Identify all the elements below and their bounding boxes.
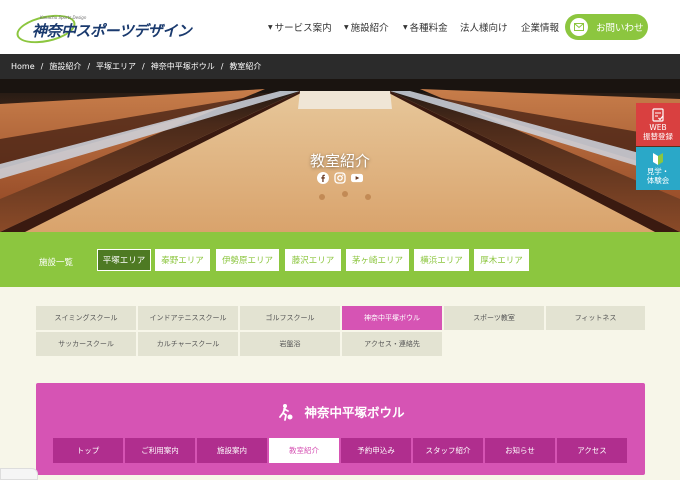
hero-banner: 教室紹介 — [0, 79, 680, 232]
facility-nav-classes[interactable]: 教室紹介 — [269, 438, 339, 463]
service-access[interactable]: アクセス・連絡先 — [342, 332, 442, 356]
facility-list-heading: 施設一覧 — [39, 258, 74, 268]
facility-nav-reservation[interactable]: 予約申込み — [341, 438, 411, 463]
breadcrumb-bowl[interactable]: 神奈中平塚ボウル — [151, 61, 215, 72]
service-bedrock-bath[interactable]: 岩盤浴 — [240, 332, 340, 356]
visit-trial-label: 見学・ 体験会 — [646, 167, 670, 185]
social-links — [317, 172, 363, 184]
bowler-icon — [276, 403, 294, 421]
breadcrumb-separator: / — [220, 62, 224, 71]
checklist-icon — [651, 107, 665, 125]
breadcrumb-current: 教室紹介 — [229, 62, 262, 71]
youtube-icon[interactable] — [351, 172, 363, 184]
service-swimming[interactable]: スイミングスクール — [36, 306, 136, 330]
site-header: Kanachu Sports Design 神奈中スポーツデザイン ▼ サービス案… — [0, 0, 680, 54]
facility-nav-news[interactable]: お知らせ — [485, 438, 555, 463]
breadcrumb-separator: / — [87, 62, 91, 71]
caret-down-icon: ▼ — [268, 23, 273, 31]
nav-facility[interactable]: ▼ 施設紹介 — [344, 20, 389, 34]
beginner-mark-icon — [652, 152, 664, 169]
mail-icon — [570, 18, 588, 36]
area-tab-hadano[interactable]: 秦野エリア — [155, 249, 210, 271]
instagram-icon[interactable] — [334, 172, 346, 184]
logo-text: 神奈中スポーツデザイン — [32, 22, 192, 40]
facility-nav-top[interactable]: トップ — [53, 438, 123, 463]
web-transfer-register-tab[interactable]: WEB 振替登録 — [636, 103, 680, 146]
contact-button[interactable]: お問いわせ — [565, 14, 648, 40]
area-tab-fujisawa[interactable]: 藤沢エリア — [285, 249, 341, 271]
nav-company[interactable]: 企業情報 — [521, 20, 559, 34]
area-tab-chigasaki[interactable]: 茅ヶ崎エリア — [346, 249, 409, 271]
breadcrumb: Home / 施設紹介 / 平塚エリア / 神奈中平塚ボウル / 教室紹介 — [0, 54, 680, 79]
service-sports-class[interactable]: スポーツ教室 — [444, 306, 544, 330]
area-tab-atsugi[interactable]: 厚木エリア — [474, 249, 529, 271]
breadcrumb-facility[interactable]: 施設紹介 — [49, 61, 81, 72]
facebook-icon[interactable] — [317, 172, 329, 184]
visit-trial-tab[interactable]: 見学・ 体験会 — [636, 147, 680, 190]
service-bowling[interactable]: 神奈中平塚ボウル — [342, 306, 442, 330]
breadcrumb-separator: / — [142, 62, 145, 71]
service-indoor-tennis[interactable]: インドアテニススクール — [138, 306, 238, 330]
facility-nav-staff[interactable]: スタッフ紹介 — [413, 438, 483, 463]
site-logo[interactable]: Kanachu Sports Design 神奈中スポーツデザイン — [13, 10, 192, 48]
breadcrumb-separator: / — [40, 62, 44, 71]
service-fitness[interactable]: フィットネス — [546, 306, 645, 330]
facility-nav-facility[interactable]: 施設案内 — [197, 438, 267, 463]
service-culture[interactable]: カルチャースクール — [138, 332, 238, 356]
page-title: 教室紹介 — [309, 152, 370, 170]
service-golf[interactable]: ゴルフスクール — [240, 306, 340, 330]
facility-panel: 神奈中平塚ボウル トップ ご利用案内 施設案内 教室紹介 予約申込み スタッフ紹… — [36, 383, 645, 475]
recaptcha-badge[interactable] — [0, 468, 38, 480]
nav-corporate[interactable]: 法人様向け — [460, 20, 508, 34]
caret-down-icon: ▼ — [403, 23, 408, 31]
nav-service[interactable]: ▼ サービス案内 — [268, 20, 332, 34]
caret-down-icon: ▼ — [344, 23, 349, 31]
area-tab-isehara[interactable]: 伊勢原エリア — [216, 249, 279, 271]
facility-title: 神奈中平塚ボウル — [36, 402, 645, 421]
area-tab-yokohama[interactable]: 横浜エリア — [414, 249, 469, 271]
web-transfer-register-label: WEB 振替登録 — [643, 123, 673, 141]
area-tab-hiratsuka[interactable]: 平塚エリア — [97, 249, 151, 271]
breadcrumb-area[interactable]: 平塚エリア — [96, 61, 136, 72]
facility-nav-access[interactable]: アクセス — [557, 438, 627, 463]
service-soccer[interactable]: サッカースクール — [36, 332, 136, 356]
breadcrumb-home[interactable]: Home — [11, 62, 35, 71]
nav-pricing[interactable]: ▼ 各種料金 — [403, 20, 448, 34]
facility-nav-usage[interactable]: ご利用案内 — [125, 438, 195, 463]
